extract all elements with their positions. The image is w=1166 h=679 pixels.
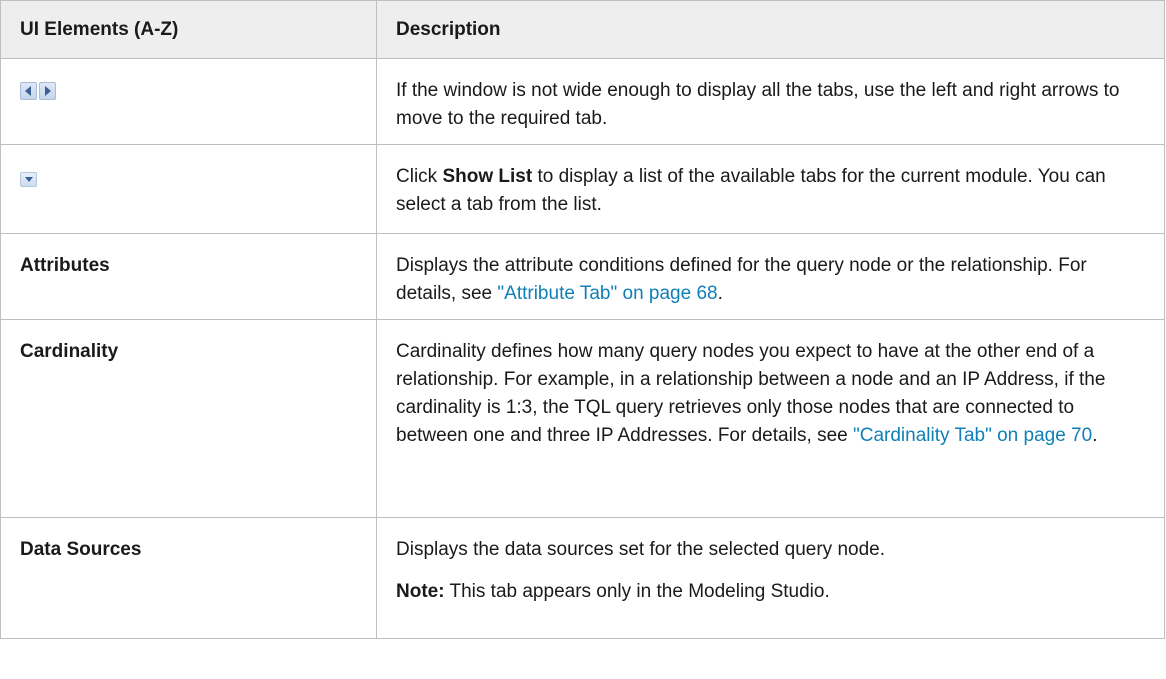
right-arrow-icon — [39, 82, 56, 100]
element-name: Cardinality — [20, 341, 119, 362]
description-cell: Displays the attribute conditions define… — [376, 233, 1165, 320]
element-cell — [0, 58, 377, 145]
left-arrow-icon — [20, 82, 37, 100]
note-label: Note: — [396, 581, 445, 602]
header-ui-elements: UI Elements (A-Z) — [0, 0, 377, 59]
element-name: Data Sources — [20, 539, 142, 560]
row-description: Displays the attribute conditions define… — [396, 255, 1087, 304]
element-name: Attributes — [20, 255, 110, 276]
table-row: Cardinality Cardinality defines how many… — [0, 319, 1165, 518]
table-row: If the window is not wide enough to disp… — [0, 58, 1165, 145]
description-cell: Click Show List to display a list of the… — [376, 144, 1165, 234]
show-list-dropdown-icon — [20, 172, 37, 187]
show-list-label: Show List — [442, 166, 533, 187]
description-cell: Cardinality defines how many query nodes… — [376, 319, 1165, 518]
row-description: Click Show List to display a list of the… — [396, 166, 1106, 215]
left-right-arrows-icon — [20, 82, 56, 100]
row-description: Cardinality defines how many query nodes… — [396, 341, 1106, 446]
element-cell: Data Sources — [0, 517, 377, 639]
row-description: If the window is not wide enough to disp… — [396, 80, 1120, 129]
header-description: Description — [376, 0, 1165, 59]
element-cell: Cardinality — [0, 319, 377, 518]
row-description: Displays the data sources set for the se… — [396, 539, 885, 560]
table-row: Click Show List to display a list of the… — [0, 144, 1165, 234]
description-cell: Displays the data sources set for the se… — [376, 517, 1165, 639]
cardinality-tab-link[interactable]: "Cardinality Tab" on page 70 — [853, 425, 1092, 446]
element-cell: Attributes — [0, 233, 377, 320]
description-cell: If the window is not wide enough to disp… — [376, 58, 1165, 145]
element-cell — [0, 144, 377, 234]
table-row: Attributes Displays the attribute condit… — [0, 233, 1165, 320]
table-row: Data Sources Displays the data sources s… — [0, 517, 1165, 639]
row-note: Note: This tab appears only in the Model… — [396, 581, 830, 602]
table-header-row: UI Elements (A-Z) Description — [0, 0, 1165, 59]
ui-elements-table: UI Elements (A-Z) Description If the win… — [0, 0, 1165, 639]
attribute-tab-link[interactable]: "Attribute Tab" on page 68 — [497, 283, 717, 304]
